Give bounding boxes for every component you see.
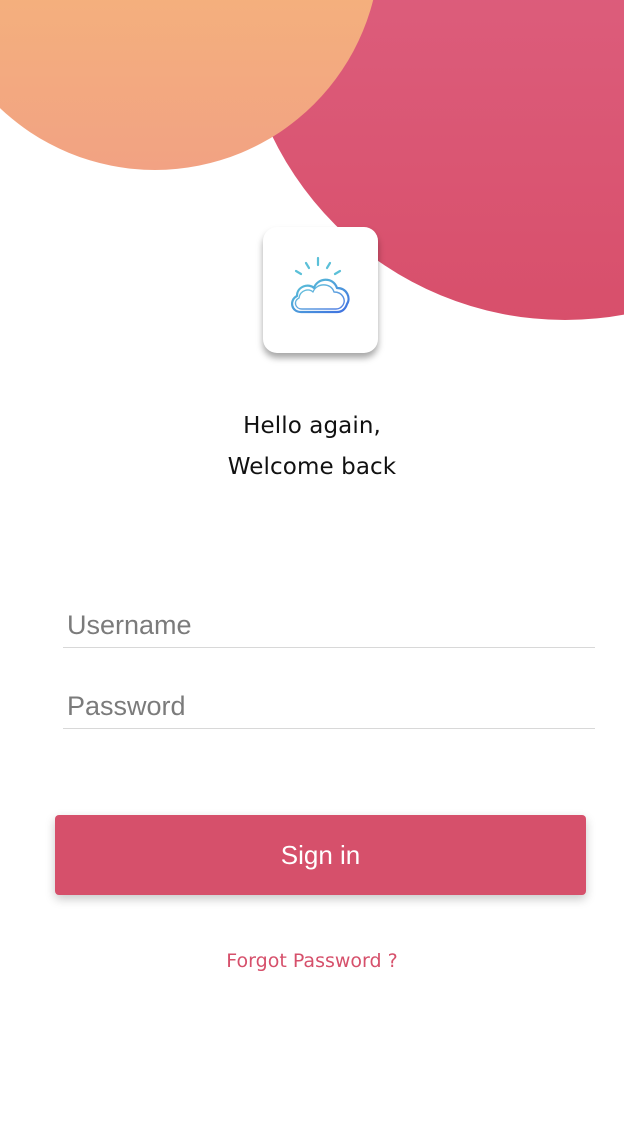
greeting-line-1: Hello again, — [243, 413, 381, 439]
login-screen: Hello again, Welcome back Sign in Forgot… — [0, 0, 624, 1130]
greeting-line-2: Welcome back — [227, 454, 397, 480]
app-logo — [263, 227, 378, 353]
sign-in-button[interactable]: Sign in — [55, 815, 586, 895]
cloud-sun-icon — [290, 256, 350, 314]
forgot-password-link[interactable]: Forgot Password ? — [0, 950, 624, 972]
password-field-container — [63, 684, 595, 729]
username-field-container — [63, 603, 595, 648]
username-input[interactable] — [63, 603, 595, 647]
password-input[interactable] — [63, 684, 595, 728]
